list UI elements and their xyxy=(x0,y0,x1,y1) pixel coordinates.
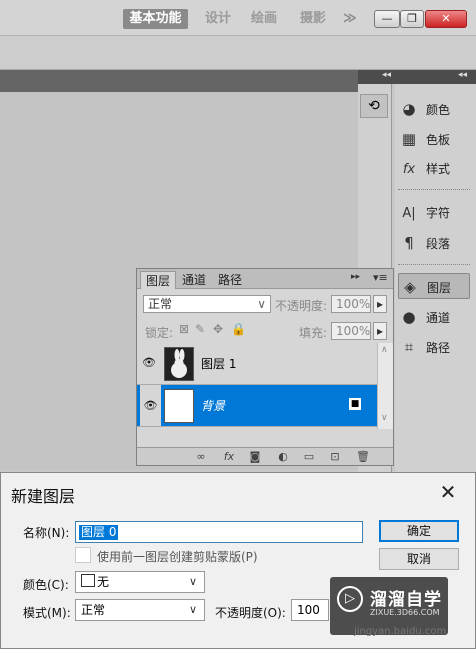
channels-icon: ● xyxy=(402,308,416,326)
layers-icon: ◈ xyxy=(404,278,416,296)
rabbit-icon xyxy=(171,349,187,378)
dock-collapse-strip: ◂◂ ◂◂ xyxy=(358,70,476,84)
opacity-field[interactable]: 100% xyxy=(331,295,371,313)
collapse-icon[interactable]: ◂◂ xyxy=(382,70,391,80)
fill-label: 填充: xyxy=(299,326,328,340)
swatches-icon: ▦ xyxy=(401,130,417,148)
fill-field[interactable]: 100% xyxy=(331,322,371,340)
cancel-button[interactable]: 取消 xyxy=(379,548,459,570)
panel-menu-icon[interactable]: ▾≡ xyxy=(373,271,388,284)
tab-channels[interactable]: 通道 xyxy=(177,271,211,289)
dock-item-paths[interactable]: ⌗ 路径 xyxy=(398,334,470,360)
fill-arrow-icon[interactable]: ▸ xyxy=(373,322,387,340)
expand-icon[interactable]: ▸▸ xyxy=(351,272,360,282)
styles-icon: fx xyxy=(402,162,416,177)
opacity-input[interactable]: 100 xyxy=(291,599,329,621)
layer-row-selected[interactable]: 👁 背景 ■ xyxy=(137,385,377,427)
clipping-mask-label: 使用前一图层创建剪贴蒙版(P) xyxy=(97,550,258,564)
dock-item-character[interactable]: A| 字符 xyxy=(398,200,470,226)
mode-label: 模式(M): xyxy=(23,606,71,620)
trash-icon[interactable]: 🗑 xyxy=(355,449,371,465)
dock-item-color[interactable]: ◕ 颜色 xyxy=(398,96,470,122)
opacity-label: 不透明度: xyxy=(275,299,328,313)
options-bar xyxy=(0,36,476,70)
layer-name: 图层 1 xyxy=(201,357,237,371)
lock-label: 锁定: xyxy=(145,326,174,340)
color-select[interactable]: 无 ∨ xyxy=(75,571,205,593)
layers-toolbar: ∞ fx ◙ ◐ ▭ ⊡ 🗑 xyxy=(137,447,393,465)
minimize-button[interactable]: — xyxy=(374,10,400,28)
lock-position-icon[interactable]: ✥ xyxy=(213,322,223,336)
mode-select[interactable]: 正常 ∨ xyxy=(75,599,205,621)
dock-item-layers[interactable]: ◈ 图层 xyxy=(398,273,470,299)
chevron-down-icon: ∨ xyxy=(257,297,266,311)
eye-icon[interactable]: 👁 xyxy=(141,356,157,370)
close-button[interactable]: ✕ xyxy=(425,10,467,28)
mask-icon[interactable]: ◙ xyxy=(247,449,263,465)
paths-icon: ⌗ xyxy=(404,338,414,356)
layers-panel: 图层 通道 路径 ▸▸ ▾≡ 正常 ∨ 不透明度: 100% ▸ 锁定: ⊠ ✎… xyxy=(136,268,394,466)
chevron-down-icon: ∨ xyxy=(188,603,197,616)
color-label: 颜色(C): xyxy=(23,578,69,592)
scroll-down-icon[interactable]: ∨ xyxy=(381,413,388,423)
tab-layers[interactable]: 图层 xyxy=(140,271,177,289)
lock-icon: ■ xyxy=(349,398,361,410)
dock-item-paragraph[interactable]: ¶ 段落 xyxy=(398,230,470,256)
play-icon: ▷ xyxy=(337,586,363,612)
lock-transparent-icon[interactable]: ⊠ xyxy=(179,322,189,336)
paragraph-icon: ¶ xyxy=(404,234,414,252)
link-icon[interactable]: ∞ xyxy=(193,449,209,465)
watermark-subtitle: ZIXUE.3D66.COM xyxy=(370,608,440,617)
blend-mode-select[interactable]: 正常 ∨ xyxy=(143,295,271,313)
scroll-up-icon[interactable]: ∧ xyxy=(381,345,388,355)
more-workspaces-icon[interactable]: ≫ xyxy=(343,9,357,29)
dock-item-styles[interactable]: fx 样式 xyxy=(398,156,470,182)
layer-thumbnail xyxy=(164,347,194,381)
dock-item-channels[interactable]: ● 通道 xyxy=(398,304,470,330)
opacity-arrow-icon[interactable]: ▸ xyxy=(373,295,387,313)
folder-icon[interactable]: ▭ xyxy=(301,449,317,465)
adjustment-icon[interactable]: ◐ xyxy=(275,449,291,465)
layer-name-input[interactable]: 图层 0 xyxy=(75,521,363,543)
name-label: 名称(N): xyxy=(23,526,70,540)
workspace-essentials[interactable]: 基本功能 xyxy=(123,9,188,29)
panel-tab-bar: 图层 通道 路径 ▸▸ ▾≡ xyxy=(137,269,393,289)
new-layer-icon[interactable]: ⊡ xyxy=(327,449,343,465)
restore-button[interactable]: ❐ xyxy=(400,10,424,28)
dock-item-swatches[interactable]: ▦ 色板 xyxy=(398,126,470,152)
collapse-icon[interactable]: ◂◂ xyxy=(458,70,467,80)
workspace-painting[interactable]: 绘画 xyxy=(251,9,277,29)
tab-paths[interactable]: 路径 xyxy=(213,271,247,289)
fx-icon[interactable]: fx xyxy=(221,449,237,465)
color-swatch xyxy=(81,574,95,587)
workspace-photography[interactable]: 摄影 xyxy=(300,9,326,29)
history-icon[interactable]: ⟲ xyxy=(360,94,388,118)
color-icon: ◕ xyxy=(402,100,416,118)
lock-pixels-icon[interactable]: ✎ xyxy=(195,322,205,336)
document-tab-strip xyxy=(0,70,358,92)
opacity-label: 不透明度(O): xyxy=(215,606,286,620)
character-icon: A| xyxy=(402,206,416,221)
layer-thumbnail xyxy=(164,389,194,423)
chevron-down-icon: ∨ xyxy=(188,575,197,588)
ok-button[interactable]: 确定 xyxy=(379,520,459,542)
dialog-title: 新建图层 xyxy=(11,487,76,506)
watermark-url: jingyan.baidu.com xyxy=(354,626,447,637)
divider xyxy=(398,264,470,265)
workspace-bar: 基本功能 设计 绘画 摄影 ≫ — ❐ ✕ xyxy=(0,0,476,36)
layers-scrollbar[interactable]: ∧ ∨ xyxy=(377,343,393,429)
workspace-design[interactable]: 设计 xyxy=(205,9,231,29)
divider xyxy=(398,189,470,190)
layer-name: 背景 xyxy=(201,399,226,413)
watermark-title: 溜溜自学 xyxy=(370,590,442,610)
layer-row[interactable]: 👁 图层 1 xyxy=(137,343,377,385)
clipping-mask-checkbox[interactable] xyxy=(75,547,91,563)
eye-icon[interactable]: 👁 xyxy=(140,385,161,426)
lock-all-icon[interactable]: 🔒 xyxy=(231,322,246,336)
close-icon[interactable]: ✕ xyxy=(435,479,461,505)
